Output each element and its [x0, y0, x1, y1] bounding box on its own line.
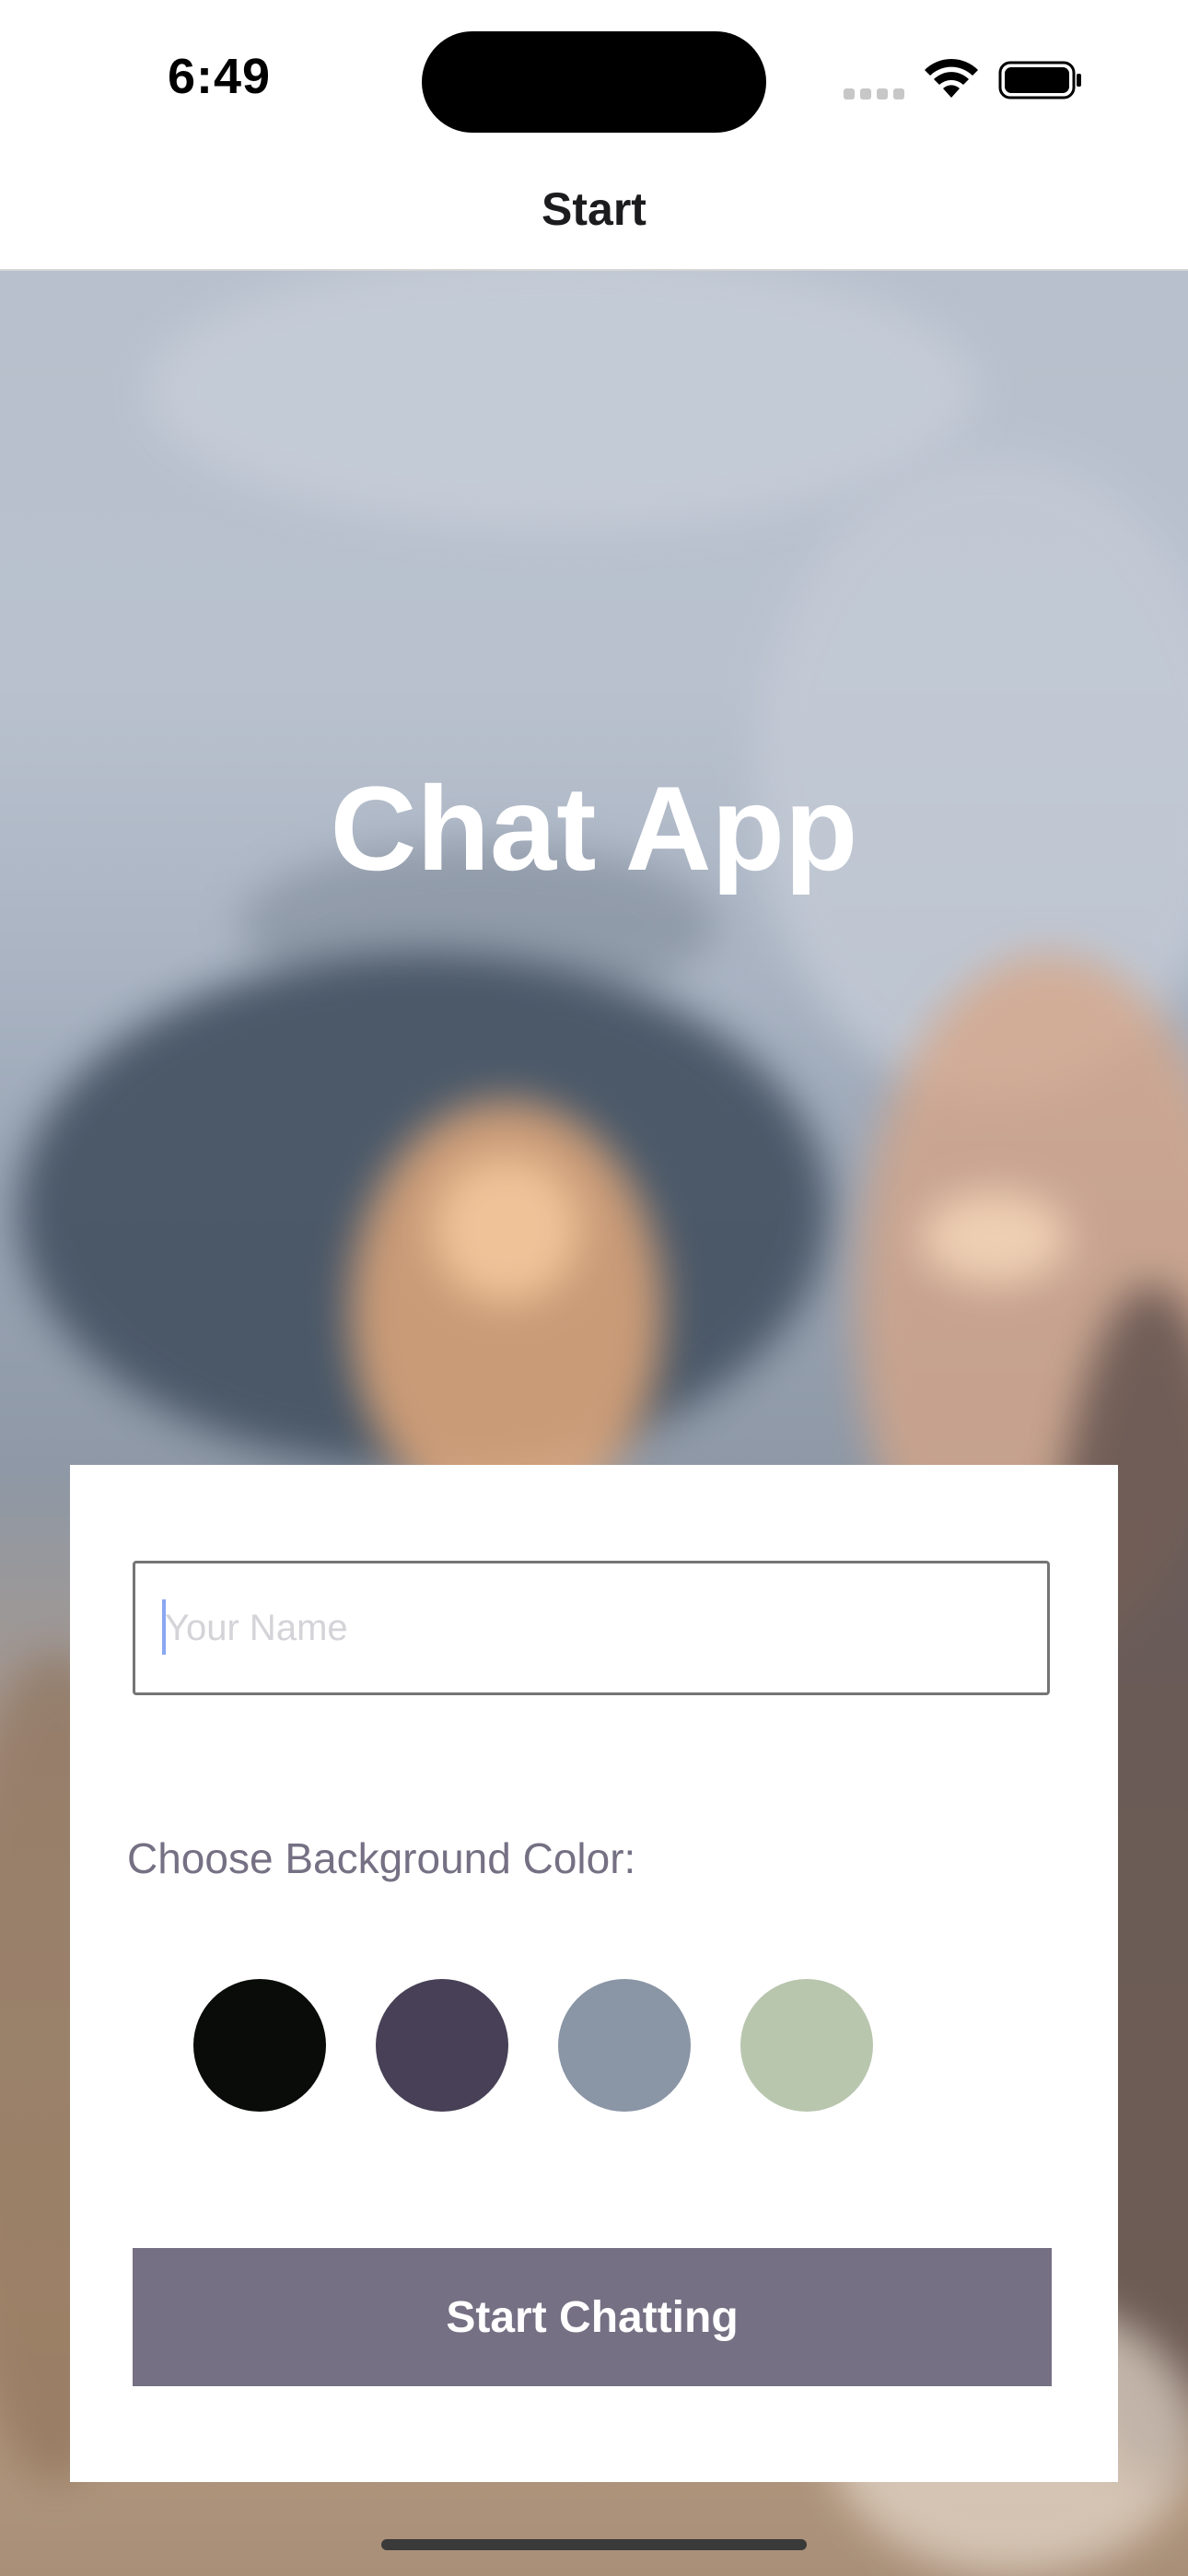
battery-icon: [998, 61, 1081, 100]
color-swatch-purple[interactable]: [376, 1979, 508, 2112]
text-cursor: [162, 1599, 166, 1655]
dynamic-island: [422, 31, 766, 133]
name-input[interactable]: [133, 1561, 1050, 1695]
status-bar: 6:49: [0, 0, 1188, 157]
nav-title: Start: [542, 183, 646, 235]
cellular-signal-icon: [844, 88, 904, 101]
color-swatch-green[interactable]: [740, 1979, 873, 2112]
start-form-card: Choose Background Color: Start Chatting: [70, 1465, 1118, 2482]
status-time: 6:49: [168, 49, 272, 104]
color-swatch-gray-blue[interactable]: [558, 1979, 691, 2112]
home-indicator[interactable]: [381, 2539, 807, 2550]
wifi-icon: [925, 58, 978, 98]
color-choice-label: Choose Background Color:: [127, 1834, 636, 1882]
app-title: Chat App: [330, 761, 858, 896]
start-chatting-button[interactable]: Start Chatting: [133, 2248, 1052, 2386]
navigation-bar: Start: [0, 157, 1188, 271]
color-swatch-black[interactable]: [193, 1979, 326, 2112]
